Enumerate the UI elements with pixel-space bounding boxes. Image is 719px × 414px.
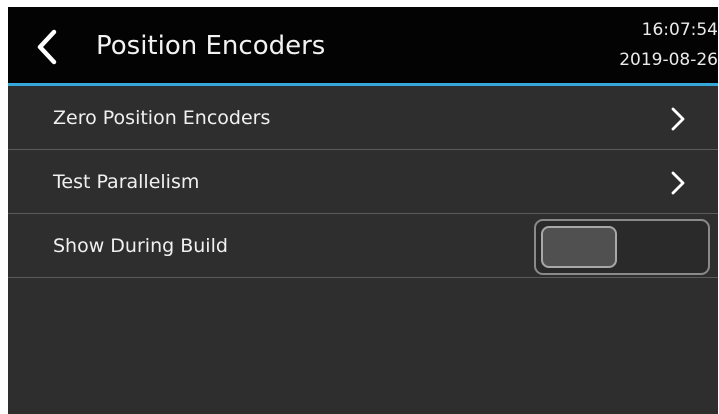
menu-list: Zero Position Encoders Test Parallelism … [8, 86, 718, 278]
clock-time: 16:07:54 [641, 20, 718, 40]
menu-item-label: Test Parallelism [53, 171, 200, 193]
toggle-knob [541, 226, 617, 268]
menu-item-label: Show During Build [53, 235, 228, 257]
chevron-right-icon [671, 107, 685, 131]
header-bar: Position Encoders 16:07:54 2019-08-26 [8, 7, 718, 83]
chevron-left-icon [37, 29, 57, 65]
menu-item-show-during-build: Show During Build [8, 214, 718, 278]
back-button[interactable] [32, 27, 62, 67]
page-title: Position Encoders [96, 31, 326, 61]
clock: 16:07:54 2019-08-26 [619, 15, 718, 75]
app-screen: Position Encoders 16:07:54 2019-08-26 Ze… [8, 7, 718, 414]
clock-date: 2019-08-26 [619, 50, 718, 70]
menu-item-label: Zero Position Encoders [53, 107, 271, 129]
chevron-right-icon [671, 171, 685, 195]
show-during-build-toggle[interactable] [534, 219, 710, 275]
menu-item-zero-position-encoders[interactable]: Zero Position Encoders [8, 86, 718, 150]
menu-item-test-parallelism[interactable]: Test Parallelism [8, 150, 718, 214]
